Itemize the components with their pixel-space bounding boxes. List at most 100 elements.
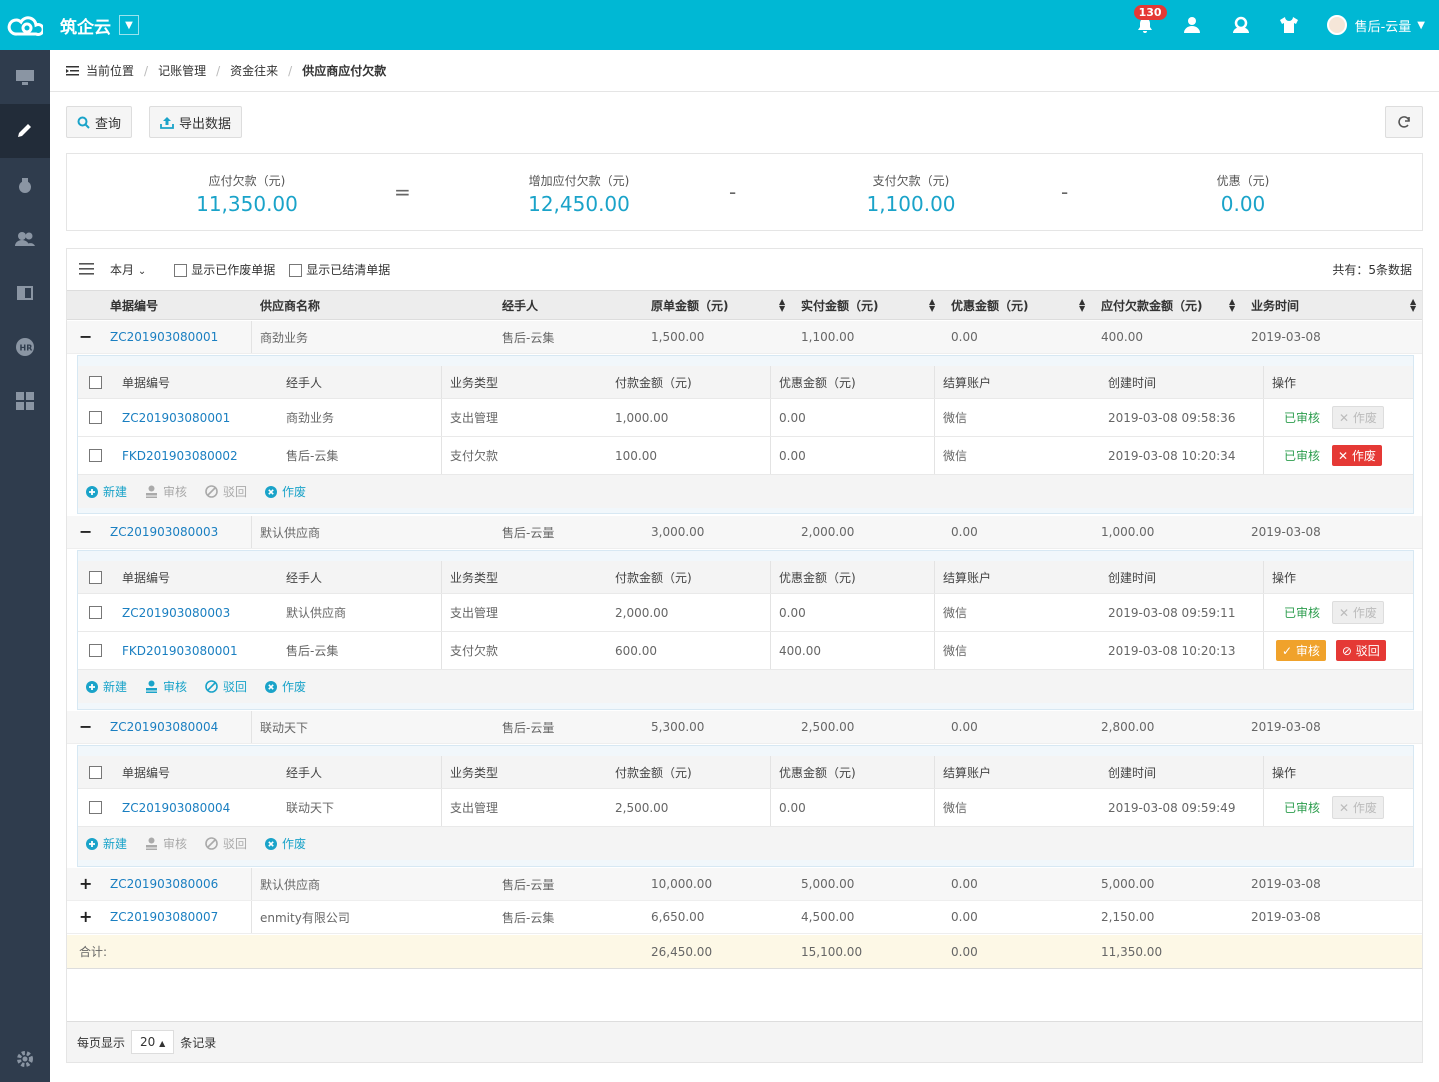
sort-icon[interactable]: ▲ ▼: [1229, 298, 1235, 313]
col-orig[interactable]: 原单金额（元): [651, 291, 729, 319]
notification-badge: 130: [1133, 5, 1167, 20]
menu-icon: [79, 263, 94, 275]
export-button[interactable]: 导出数据: [149, 106, 243, 138]
notification-bell-icon[interactable]: 130: [1121, 0, 1169, 50]
upload-icon: [160, 116, 174, 129]
sidebar-item-customers[interactable]: [0, 212, 50, 266]
breadcrumb-item[interactable]: 记账管理: [158, 62, 206, 79]
col-time[interactable]: 业务时间: [1251, 291, 1299, 319]
col-supplier[interactable]: 供应商名称: [260, 291, 320, 319]
row-checkbox[interactable]: [89, 449, 102, 462]
caret-up-icon: ▲: [159, 1039, 166, 1048]
audit-button[interactable]: ✓ 审核: [1276, 640, 1326, 661]
tshirt-icon[interactable]: [1265, 0, 1313, 50]
row-checkbox[interactable]: [89, 606, 102, 619]
app-switch-dropdown-icon[interactable]: ▼: [119, 15, 139, 35]
breadcrumb-label: 当前位置: [86, 64, 135, 78]
void-action-button[interactable]: 作废: [265, 483, 306, 500]
collapse-toggle[interactable]: −: [79, 524, 92, 540]
sort-icon[interactable]: ▲ ▼: [1410, 298, 1416, 313]
row-checkbox[interactable]: [89, 801, 102, 814]
detail-no-link[interactable]: FKD201903080001: [122, 632, 238, 669]
sum-orig: 26,450.00: [651, 944, 713, 959]
settings-gear-icon[interactable]: [0, 1050, 50, 1068]
row-no-link[interactable]: ZC201903080006: [110, 868, 218, 900]
show-settled-checkbox[interactable]: 显示已结清单据: [289, 261, 390, 278]
table-row[interactable]: − ZC201903080003 默认供应商 售后-云量 3,000.00 2,…: [67, 516, 1422, 549]
page-size-select[interactable]: 20 ▲: [131, 1030, 175, 1054]
detail-row[interactable]: ZC201903080001 商劲业务 支出管理 1,000.00 0.00 微…: [78, 399, 1413, 437]
sidebar-item-hr[interactable]: HR: [0, 320, 50, 374]
app-name: 筑企云: [60, 17, 111, 38]
query-button[interactable]: 查询: [66, 106, 133, 138]
col-owe[interactable]: 应付欠款金额（元): [1101, 291, 1203, 319]
contact-user-icon[interactable]: [1169, 0, 1217, 50]
new-button[interactable]: 新建: [86, 678, 127, 695]
sidebar-item-apps[interactable]: [0, 374, 50, 428]
col-no[interactable]: 单据编号: [110, 291, 158, 319]
x-circle-icon: [265, 485, 278, 498]
table-row[interactable]: + ZC201903080007 enmity有限公司 售后-云集 6,650.…: [67, 901, 1422, 934]
row-supplier: 默认供应商: [260, 877, 321, 892]
sidebar-item-dashboard[interactable]: [0, 50, 50, 104]
breadcrumb-item[interactable]: 资金往来: [230, 62, 278, 79]
sort-icon[interactable]: ▲ ▼: [779, 298, 785, 313]
table-row[interactable]: + ZC201903080006 默认供应商 售后-云量 10,000.00 5…: [67, 868, 1422, 901]
table-row[interactable]: − ZC201903080004 联动天下 售后-云量 5,300.00 2,5…: [67, 711, 1422, 744]
refresh-button[interactable]: [1385, 106, 1423, 138]
detail-no-link[interactable]: ZC201903080003: [122, 594, 230, 631]
logo-icon[interactable]: [0, 0, 50, 50]
expand-toggle[interactable]: +: [79, 876, 92, 892]
expand-toggle[interactable]: +: [79, 909, 92, 925]
new-button[interactable]: 新建: [86, 835, 127, 852]
support-agent-icon[interactable]: [1217, 0, 1265, 50]
void-button[interactable]: ✕ 作废: [1332, 445, 1382, 466]
row-no-link[interactable]: ZC201903080003: [110, 516, 218, 548]
row-no-link[interactable]: ZC201903080004: [110, 711, 218, 743]
sort-icon[interactable]: ▲ ▼: [1079, 298, 1085, 313]
detail-row[interactable]: ZC201903080003 默认供应商 支出管理 2,000.00 0.00 …: [78, 594, 1413, 632]
audited-status: 已审核: [1284, 801, 1321, 815]
reject-button: 驳回: [205, 483, 247, 500]
select-all-checkbox[interactable]: [89, 766, 102, 779]
reject-button[interactable]: ⊘ 驳回: [1335, 640, 1386, 661]
col-handler[interactable]: 经手人: [502, 291, 538, 319]
reject-button[interactable]: 驳回: [205, 678, 247, 695]
void-action-button[interactable]: 作废: [265, 678, 306, 695]
new-button[interactable]: 新建: [86, 483, 127, 500]
sort-icon[interactable]: ▲ ▼: [929, 298, 935, 313]
collapse-toggle[interactable]: −: [79, 719, 92, 735]
row-orig: 6,650.00: [651, 910, 705, 924]
row-checkbox[interactable]: [89, 644, 102, 657]
user-menu[interactable]: 售后-云量 ▼: [1326, 15, 1425, 35]
audit-button[interactable]: 审核: [145, 678, 187, 695]
detail-no-link[interactable]: ZC201903080004: [122, 789, 230, 826]
sidebar-item-bookkeeping[interactable]: [0, 104, 50, 158]
ban-icon: [205, 837, 218, 850]
row-checkbox[interactable]: [89, 411, 102, 424]
row-time: 2019-03-08: [1251, 910, 1321, 924]
money-bag-icon: [19, 178, 31, 193]
col-disc[interactable]: 优惠金额（元): [951, 291, 1029, 319]
row-no-link[interactable]: ZC201903080001: [110, 321, 218, 353]
detail-action-bar: 新建 审核 驳回 作废: [78, 670, 1413, 703]
period-select[interactable]: 本月 ⌄: [110, 261, 146, 278]
void-action-button[interactable]: 作废: [265, 835, 306, 852]
detail-panel: 单据编号 经手人 业务类型 付款金额（元) 优惠金额（元) 结算账户 创建时间 …: [77, 355, 1414, 514]
detail-row[interactable]: ZC201903080004 联动天下 支出管理 2,500.00 0.00 微…: [78, 789, 1413, 827]
detail-row[interactable]: FKD201903080002 售后-云集 支付欠款 100.00 0.00 微…: [78, 437, 1413, 475]
sidebar-item-finance[interactable]: [0, 158, 50, 212]
collapse-toggle[interactable]: −: [79, 329, 92, 345]
sidebar-item-reports[interactable]: [0, 266, 50, 320]
col-paid[interactable]: 实付金额（元): [801, 291, 879, 319]
detail-row[interactable]: FKD201903080001 售后-云集 支付欠款 600.00 400.00…: [78, 632, 1413, 670]
detail-no-link[interactable]: ZC201903080001: [122, 399, 230, 436]
filter-bar: 本月 ⌄ 显示已作废单据 显示已结清单据 共有：5条数据: [67, 249, 1422, 289]
show-void-checkbox[interactable]: 显示已作废单据: [174, 261, 275, 278]
detail-no-link[interactable]: FKD201903080002: [122, 437, 238, 474]
select-all-checkbox[interactable]: [89, 376, 102, 389]
select-all-checkbox[interactable]: [89, 571, 102, 584]
table-row[interactable]: − ZC201903080001 商劲业务 售后-云集 1,500.00 1,1…: [67, 321, 1422, 354]
stamp-icon: [146, 485, 158, 498]
row-no-link[interactable]: ZC201903080007: [110, 901, 218, 933]
